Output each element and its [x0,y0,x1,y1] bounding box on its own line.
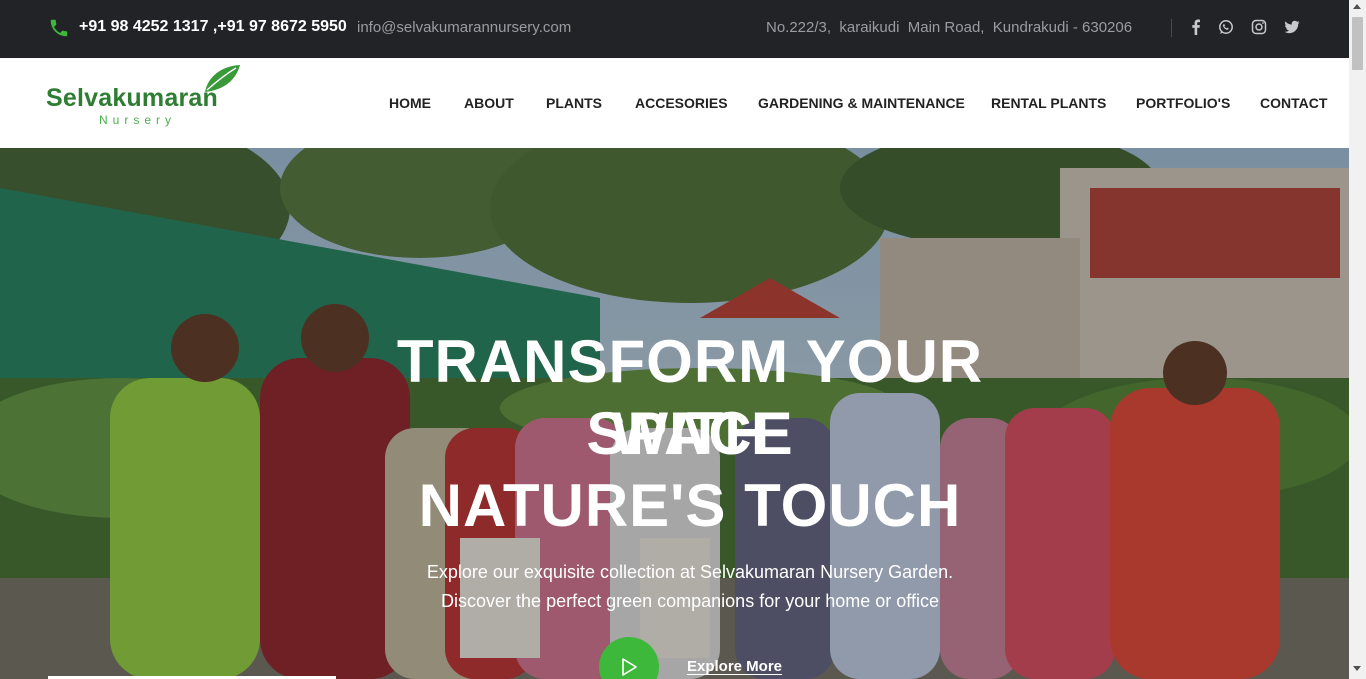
top-contact-bar: +91 98 4252 1317 ,+91 97 8672 5950 info@… [0,0,1349,58]
instagram-icon[interactable] [1251,19,1267,35]
address-text: No.222/3, karaikudi Main Road, Kundrakud… [766,19,1133,36]
nav-contact[interactable]: CONTACT [1260,95,1327,111]
scrollbar-thumb[interactable] [1352,17,1363,70]
site-header: Selvakumaran Nursery HOME ABOUT PLANTS A… [0,58,1349,148]
site-logo[interactable]: Selvakumaran Nursery [44,64,244,130]
nav-home[interactable]: HOME [389,95,431,111]
phone-numbers[interactable]: +91 98 4252 1317 ,+91 97 8672 5950 [79,18,347,36]
nav-accesories[interactable]: ACCESORIES [635,95,728,111]
play-icon [622,658,637,676]
nav-about[interactable]: ABOUT [464,95,514,111]
nav-plants[interactable]: PLANTS [546,95,602,111]
scroll-up-arrow-icon[interactable] [1353,4,1361,9]
page-scrollbar[interactable] [1349,0,1366,679]
email-link[interactable]: info@selvakumarannursery.com [357,19,571,36]
twitter-icon[interactable] [1284,19,1300,35]
whatsapp-icon[interactable] [1218,19,1234,35]
scroll-down-arrow-icon[interactable] [1353,666,1361,671]
nav-portfolio[interactable]: PORTFOLIO'S [1136,95,1230,111]
nav-rental-plants[interactable]: RENTAL PLANTS [991,95,1106,111]
hero-subtitle-line-2: Discover the perfect green companions fo… [441,591,939,611]
hero-title-line-3: NATURE'S TOUCH [418,472,962,539]
facebook-icon[interactable] [1188,19,1204,35]
explore-more-link[interactable]: Explore More [687,658,782,675]
phone-icon [50,19,68,37]
nav-gardening-maintenance[interactable]: GARDENING & MAINTENANCE [758,95,965,111]
hero-subtitle-line-1: Explore our exquisite collection at Selv… [426,562,954,582]
logo-wordmark: Selvakumaran [46,84,218,112]
topbar-divider [1171,19,1172,37]
logo-tagline: Nursery [99,113,177,127]
hero-title-line-2: WITH [611,400,769,467]
hero-banner: TRANSFORM YOUR SPACE WITH NATURE'S TOUCH… [0,148,1349,679]
